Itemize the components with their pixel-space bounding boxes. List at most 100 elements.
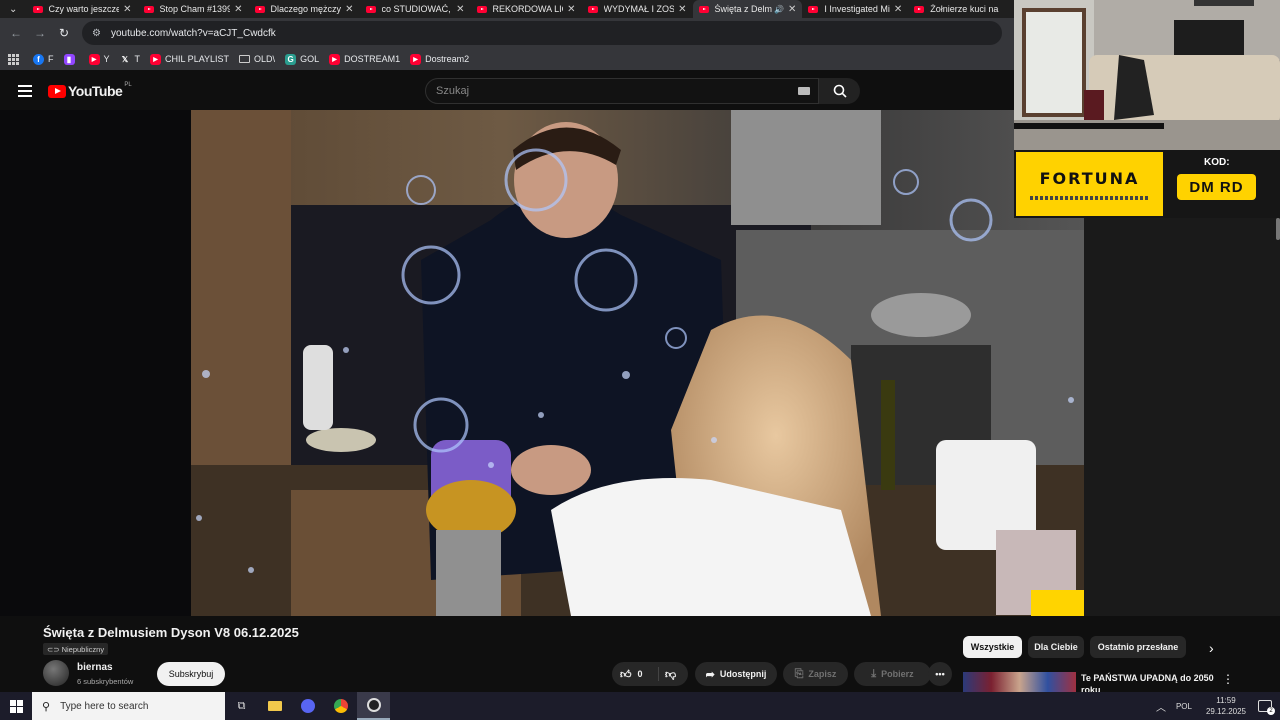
system-tray: ︿ POL 11:59 29.12.2025 2 (1156, 692, 1280, 720)
browser-tab[interactable]: Dlaczego mężczyźni✕ (249, 0, 360, 18)
bookmark-folder-old[interactable]: OLD\ (239, 54, 275, 64)
url-text: youtube.com/watch?v=aCJT_Cwdcfk (110, 27, 276, 39)
bookmark-facebook[interactable]: fF (33, 53, 54, 65)
browser-tab-strip: ⌄ Czy warto jeszcze ✕ Stop Cham #1399 ✕ Dl… (0, 0, 1014, 18)
discord-icon[interactable] (291, 692, 324, 720)
tab-search-chevron-icon[interactable]: ⌄ (0, 0, 27, 18)
forward-arrow-icon[interactable]: → (28, 26, 52, 40)
download-button[interactable]: ⤓ Pobierz (854, 662, 931, 686)
chevron-right-icon[interactable]: › (1209, 640, 1214, 656)
youtube-play-icon (48, 84, 66, 98)
site-settings-icon[interactable]: ⚙ (92, 28, 101, 39)
like-dislike-group: 👍︎ 0 👎︎ (612, 662, 688, 686)
gol-icon: G (285, 53, 297, 65)
facebook-icon: f (33, 53, 44, 65)
recommended-thumbnail[interactable] (963, 672, 1076, 692)
chip-for-you[interactable]: Dla Ciebie (1028, 636, 1084, 658)
browser-tab[interactable]: REKORDOWA LICY✕ (471, 0, 582, 18)
youtube-favicon-icon (32, 5, 43, 13)
menu-icon[interactable] (18, 85, 32, 97)
thumbs-up-icon: 👍︎ (620, 668, 632, 681)
youtube-favicon-icon (254, 5, 265, 13)
youtube-favicon-icon (587, 5, 598, 13)
bookmark-gol[interactable]: G GOL (285, 53, 319, 65)
back-arrow-icon[interactable]: ← (4, 26, 28, 40)
fortuna-logo: FORTUNA (1016, 152, 1163, 216)
channel-name[interactable]: biernas (77, 662, 113, 673)
youtube-logo[interactable]: YouTube PL (48, 82, 132, 99)
search-button[interactable] (819, 78, 860, 104)
chip-all[interactable]: Wszystkie (963, 636, 1022, 658)
bookmark-dostream2[interactable]: ▶ Dostream2 (410, 53, 469, 65)
obs-icon[interactable] (357, 692, 390, 720)
youtube-favicon-icon (914, 5, 925, 13)
dislike-button[interactable]: 👎︎ (665, 668, 676, 681)
more-horizontal-icon: ••• (935, 669, 945, 679)
browser-tab[interactable]: Czy warto jeszcze ✕ (27, 0, 138, 18)
subscribe-button[interactable]: Subskrybuj (157, 662, 225, 686)
bookmark-dostream1[interactable]: ▶ DOSTREAM1 (329, 53, 400, 65)
windows-taskbar: ⚲ Type here to search ⧉ ︿ POL 11:59 29.12… (0, 692, 1280, 720)
apps-grid-icon[interactable] (8, 53, 19, 65)
browser-tab[interactable]: Żołnierze kuci na (908, 0, 1014, 18)
task-view-icon[interactable]: ⧉ (225, 692, 258, 720)
browser-tab[interactable]: Stop Cham #1399 ✕ (138, 0, 249, 18)
share-button[interactable]: ➦ Udostępnij (695, 662, 777, 686)
youtube-icon: ▶ (150, 53, 162, 65)
scrollbar-thumb[interactable] (1276, 218, 1280, 240)
twitch-icon: ▮ (63, 53, 75, 65)
browser-tab[interactable]: I Investigated Mi ✕ (802, 0, 908, 18)
recommended-title[interactable]: Te PAŃSTWA UPADNĄ do 2050 roku (1081, 672, 1216, 692)
url-input[interactable]: ⚙ youtube.com/watch?v=aCJT_Cwdcfk (82, 21, 1002, 45)
channel-avatar[interactable] (43, 660, 69, 686)
sponsor-disclaimer (1029, 195, 1150, 200)
youtube-icon: ▶ (329, 53, 341, 65)
notification-icon[interactable]: 2 (1258, 700, 1275, 715)
bookmark-chil-playlist[interactable]: ▶ CHIL PLAYLIST (150, 53, 229, 65)
keyboard-icon[interactable] (798, 87, 810, 95)
save-button[interactable]: ⎘ Zapisz (783, 662, 848, 686)
player-left-margin (0, 110, 191, 616)
language-indicator[interactable]: POL (1176, 702, 1192, 711)
search-input[interactable]: Szukaj (425, 78, 819, 104)
screen: ⌄ Czy warto jeszcze ✕ Stop Cham #1399 ✕ Dl… (0, 0, 1280, 720)
close-tab-icon[interactable]: ✕ (678, 4, 686, 15)
thumbs-down-icon: 👎︎ (665, 668, 677, 681)
close-tab-icon[interactable]: ✕ (894, 4, 902, 15)
reload-icon[interactable]: ↻ (52, 26, 76, 40)
like-button[interactable]: 👍︎ 0 (620, 668, 643, 681)
windows-start-icon[interactable] (0, 692, 32, 720)
close-tab-icon[interactable]: ✕ (456, 4, 464, 15)
more-vertical-icon[interactable]: ⋮ (1222, 672, 1234, 686)
youtube-favicon-icon (143, 5, 154, 13)
promo-code-label: KOD: (1204, 157, 1230, 168)
clock[interactable]: 11:59 29.12.2025 (1206, 695, 1246, 717)
bookmark-youtube[interactable]: ▶ Y (88, 53, 110, 65)
taskbar-search-input[interactable]: ⚲ Type here to search (32, 692, 225, 720)
share-icon: ➦ (705, 668, 715, 681)
close-tab-icon[interactable]: ✕ (788, 4, 796, 15)
video-title: Święta z Delmusiem Dyson V8 06.12.2025 (43, 625, 299, 640)
more-actions-button[interactable]: ••• (928, 662, 952, 686)
youtube-header: YouTube PL Szukaj (0, 72, 1014, 110)
speaker-icon[interactable]: 🔊 (774, 5, 784, 14)
close-tab-icon[interactable]: ✕ (345, 4, 353, 15)
chrome-icon[interactable] (324, 692, 357, 720)
browser-tab[interactable]: WYDYMAŁ I ZOST ✕ (582, 0, 693, 18)
close-tab-icon[interactable]: ✕ (123, 4, 131, 15)
webcam-frame (1014, 0, 1280, 150)
search-icon (833, 84, 847, 98)
bookmarks-bar: fF ▮ ▶ Y 𝕏T ▶ CHIL PLAYLIST OLD\ G GOL ▶ DOS… (0, 48, 1014, 70)
bookmark-x[interactable]: 𝕏T (120, 54, 140, 65)
browser-tab-active[interactable]: Święta z Delm 🔊 ✕ (692, 0, 803, 18)
close-tab-icon[interactable]: ✕ (234, 4, 242, 15)
browser-tab[interactable]: co STUDIOWAĆ, a ✕ (360, 0, 471, 18)
youtube-favicon-icon (476, 5, 487, 13)
video-player[interactable] (191, 110, 1084, 616)
file-explorer-icon[interactable] (258, 692, 291, 720)
sponsor-banner: FORTUNA KOD: DM RD (1014, 150, 1280, 218)
chevron-up-icon[interactable]: ︿ (1156, 699, 1166, 714)
chip-recently-uploaded[interactable]: Ostatnio przesłane (1090, 636, 1186, 658)
close-tab-icon[interactable]: ✕ (567, 4, 575, 15)
bookmark-twitch[interactable]: ▮ (63, 53, 79, 65)
